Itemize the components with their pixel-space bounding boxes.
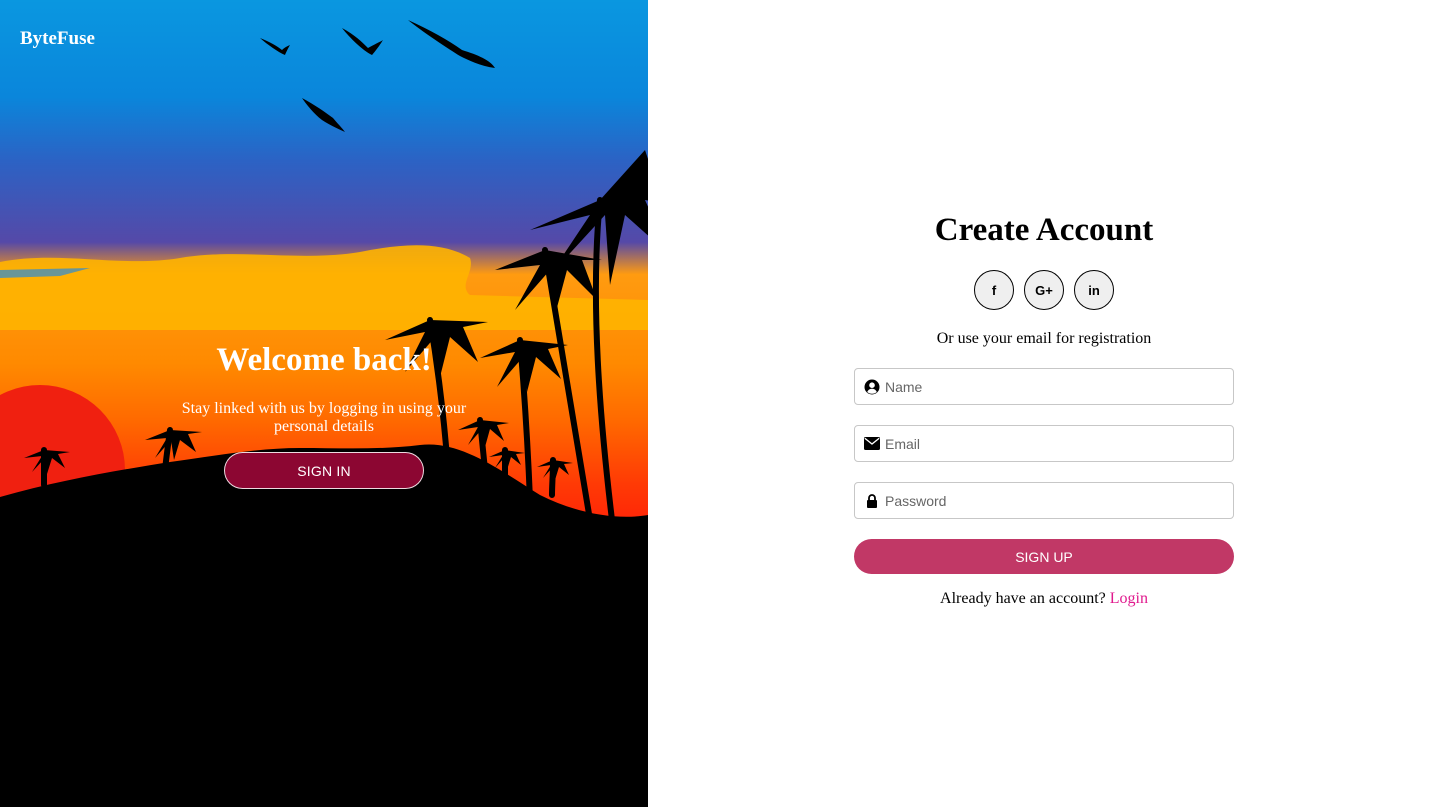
facebook-icon: f <box>991 282 997 298</box>
login-link[interactable]: Login <box>1110 590 1148 607</box>
facebook-button[interactable]: f <box>974 270 1014 310</box>
google-plus-button[interactable]: G+ <box>1024 270 1064 310</box>
hero-panel: ByteFuse Welcome back! Stay linked with … <box>0 0 648 807</box>
password-input[interactable] <box>885 483 1233 518</box>
hero-title: Welcome back! <box>216 342 432 378</box>
hero-description: Stay linked with us by logging in using … <box>181 400 467 435</box>
google-plus-icon: G+ <box>1035 282 1053 298</box>
social-buttons: f G+ in <box>854 270 1234 310</box>
user-icon <box>864 379 880 395</box>
envelope-icon <box>864 436 880 452</box>
sign-up-button[interactable]: SIGN UP <box>854 539 1234 574</box>
form-panel: Create Account f G+ in Or use your email… <box>648 0 1437 807</box>
form-subtitle: Or use your email for registration <box>936 330 1152 347</box>
sign-in-button[interactable]: SIGN IN <box>224 452 424 489</box>
login-prompt: Already have an account? Login <box>854 590 1234 608</box>
form-title: Create Account <box>934 212 1154 248</box>
linkedin-icon: in <box>1088 282 1100 298</box>
already-account-text: Already have an account? <box>940 590 1110 607</box>
name-input[interactable] <box>885 369 1233 404</box>
password-field <box>854 482 1234 519</box>
name-field <box>854 368 1234 405</box>
brand-logo: ByteFuse <box>20 28 95 49</box>
lock-icon <box>864 493 880 509</box>
linkedin-button[interactable]: in <box>1074 270 1114 310</box>
create-account-form: Create Account f G+ in Or use your email… <box>854 208 1234 608</box>
email-field <box>854 425 1234 462</box>
hero-content: Welcome back! Stay linked with us by log… <box>0 340 648 489</box>
email-input[interactable] <box>885 426 1233 461</box>
